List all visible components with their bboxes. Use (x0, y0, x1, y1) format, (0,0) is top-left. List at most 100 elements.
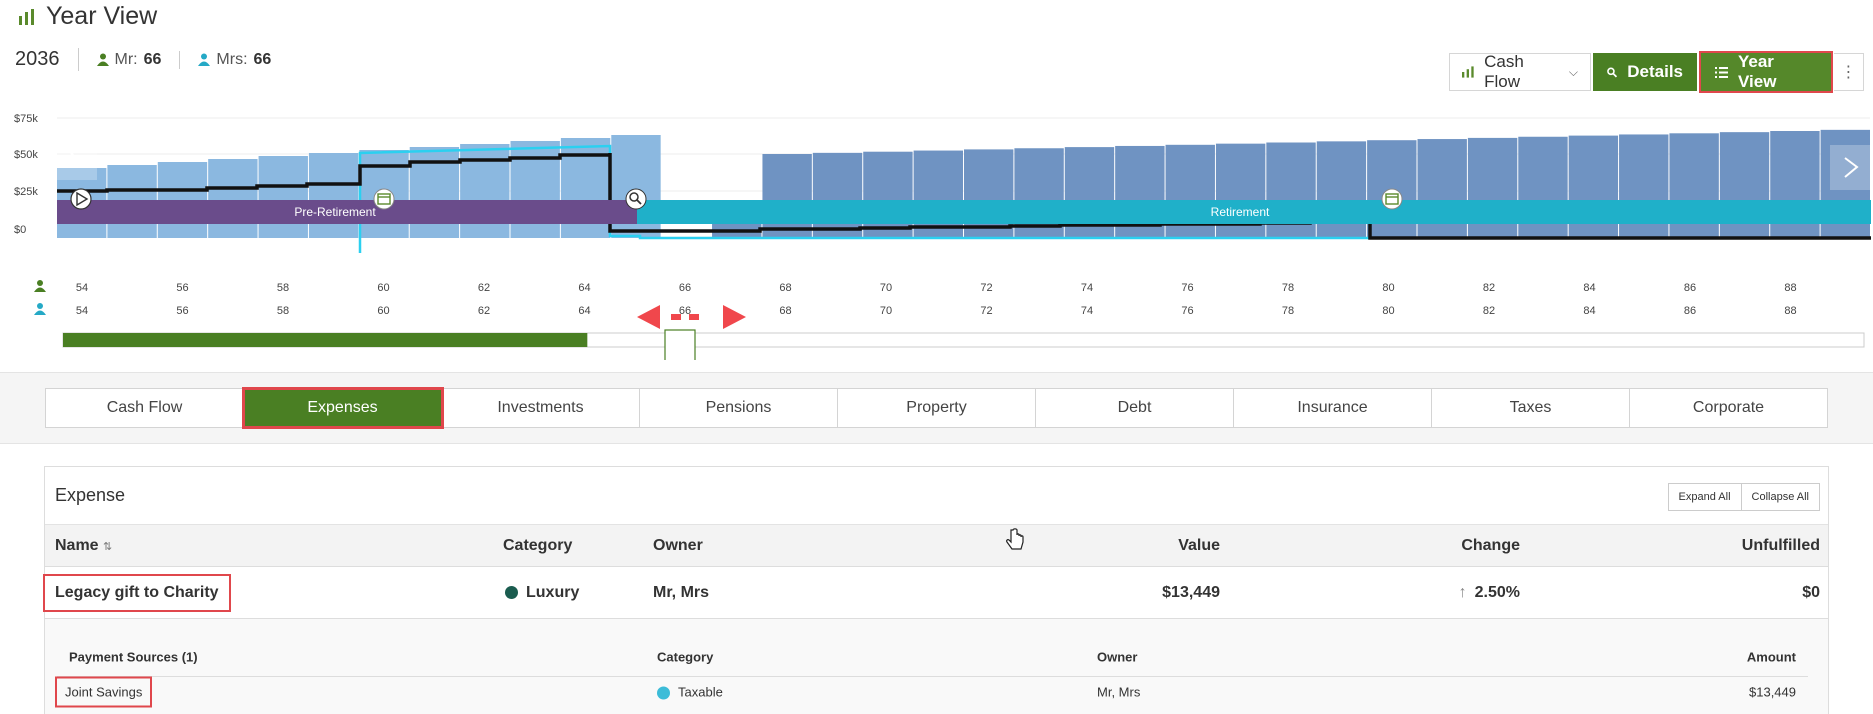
source-category-label: Taxable (678, 684, 723, 700)
age-label-mrs: 72 (980, 305, 992, 317)
timeline-progress (63, 333, 588, 347)
row-change: ↑ 2.50% (1459, 584, 1520, 602)
row-owner: Mr, Mrs (653, 583, 710, 601)
col-value-header: Value (1178, 536, 1220, 554)
mrs-label: Mrs: (216, 50, 248, 68)
age-label-mrs: 78 (1282, 305, 1294, 317)
page-title-area: Year View (18, 2, 157, 31)
panel-header: Expense Expand All Collapse All (45, 467, 1828, 525)
play-icon[interactable] (70, 188, 92, 210)
age-label-mr: 86 (1684, 282, 1696, 294)
drag-arrows-icon (637, 305, 746, 329)
payment-sources: Payment Sources (1) Category Owner Amoun… (45, 619, 1828, 714)
person-mrs: Mrs: 66 (180, 51, 289, 69)
chart-bar (308, 153, 359, 238)
page-title: Year View (46, 2, 158, 30)
age-label-mrs: 56 (176, 305, 188, 317)
tab-pensions[interactable]: Pensions (640, 389, 838, 427)
chart-bar (762, 154, 812, 238)
sort-icon[interactable]: ⇅ (103, 541, 112, 553)
age-label-mr: 60 (377, 282, 389, 294)
y-tick-label: $75k (14, 113, 38, 125)
category-dot (505, 585, 518, 599)
current-year: 2036 (15, 48, 79, 71)
mr-label: Mr: (114, 50, 138, 68)
age-label-mr: 72 (980, 282, 992, 294)
row-category-label: Luxury (526, 583, 580, 601)
calendar-icon[interactable] (1381, 188, 1403, 210)
hand-cursor-icon (1006, 528, 1024, 550)
category-dot (657, 686, 670, 700)
source-owner: Mr, Mrs (1097, 684, 1141, 700)
source-amount: $13,449 (1749, 684, 1796, 700)
tab-taxes[interactable]: Taxes (1432, 389, 1630, 427)
age-label-mrs: 88 (1784, 305, 1796, 317)
tab-insurance[interactable]: Insurance (1234, 389, 1432, 427)
table-row[interactable]: Legacy gift to Charity Luxury Mr, Mrs $1… (43, 567, 1828, 619)
view-select[interactable]: Cash Flow ⌵ (1449, 52, 1591, 91)
tab-expenses[interactable]: Expenses (242, 387, 444, 429)
col-name-header[interactable]: Name ⇅ (55, 537, 112, 555)
y-tick-label: $25k (14, 186, 38, 198)
details-label: Details (1627, 62, 1683, 81)
source-name[interactable]: Joint Savings (54, 676, 153, 708)
col-name-label: Name (55, 536, 99, 554)
sources-header: Payment Sources (1) (69, 649, 198, 664)
chart-prev-area[interactable] (57, 125, 97, 180)
col-unfulfilled-header: Unfulfilled (1741, 536, 1820, 554)
tab-corporate[interactable]: Corporate (1630, 389, 1827, 427)
age-label-mr: 66 (679, 282, 691, 294)
source-category: Taxable (657, 684, 723, 700)
age-label-mr: 54 (76, 282, 88, 294)
age-label-mr: 84 (1583, 282, 1595, 294)
payment-source-row[interactable]: Joint Savings Taxable Mr, Mrs $13,449 (54, 676, 1808, 708)
col-owner-header: Owner (653, 536, 703, 554)
chart-bar (863, 151, 913, 238)
row-unfulfilled: $0 (1802, 583, 1820, 601)
details-button[interactable]: Details (1593, 53, 1697, 91)
row-name[interactable]: Legacy gift to Charity (43, 573, 231, 612)
tab-debt[interactable]: Debt (1036, 389, 1234, 427)
cash-flow-chart[interactable]: $75k$50k$25k$0 Pre-Retirement Retirement … (0, 100, 1873, 360)
tab-property[interactable]: Property (838, 389, 1036, 427)
age-label-mrs: 54 (76, 305, 88, 317)
table-header: Name ⇅ Category Owner Value Change Unful… (45, 525, 1828, 567)
panel-actions: Expand All Collapse All (1667, 483, 1820, 511)
age-label-mrs: 64 (578, 305, 590, 317)
category-tabs: Cash Flow Expenses Investments Pensions Prop… (45, 387, 1828, 429)
tab-investments[interactable]: Investments (442, 389, 640, 427)
calendar-icon[interactable] (373, 188, 395, 210)
age-label-mrs: 84 (1583, 305, 1595, 317)
chevron-down-icon: ⌵ (1568, 64, 1578, 79)
age-label-mrs: 62 (478, 305, 490, 317)
zoom-icon[interactable] (625, 188, 647, 210)
sources-owner-header: Owner (1097, 649, 1138, 664)
age-label-mr: 64 (578, 282, 590, 294)
age-label-mrs: 76 (1181, 305, 1193, 317)
person-icon (34, 303, 46, 315)
expand-all-button[interactable]: Expand All (1667, 483, 1742, 511)
col-category-header: Category (503, 536, 573, 554)
y-tick-label: $50k (14, 149, 38, 161)
timeline-handle[interactable] (664, 329, 696, 360)
collapse-all-button[interactable]: Collapse All (1741, 483, 1820, 511)
age-label-mr: 88 (1784, 282, 1796, 294)
chart-next-area[interactable] (1830, 145, 1870, 190)
age-label-mrs: 82 (1483, 305, 1495, 317)
year-view-button[interactable]: Year View (1699, 51, 1833, 93)
sources-category-header: Category (657, 649, 714, 664)
more-options-icon[interactable]: ⋮ (1834, 53, 1864, 91)
age-label-mrs: 68 (779, 305, 791, 317)
row-value: $13,449 (1162, 583, 1220, 601)
arrow-up-icon: ↑ (1458, 583, 1467, 601)
age-label-mr: 62 (478, 282, 490, 294)
age-label-mr: 80 (1382, 282, 1394, 294)
list-icon (1715, 66, 1728, 78)
col-change-header: Change (1461, 536, 1520, 554)
chart-bar (812, 152, 863, 238)
person-icon (34, 280, 46, 292)
bar-chart-icon (1462, 66, 1474, 78)
chart-bar (913, 150, 963, 238)
age-label-mrs: 74 (1081, 305, 1093, 317)
tab-cash-flow[interactable]: Cash Flow (46, 389, 244, 427)
